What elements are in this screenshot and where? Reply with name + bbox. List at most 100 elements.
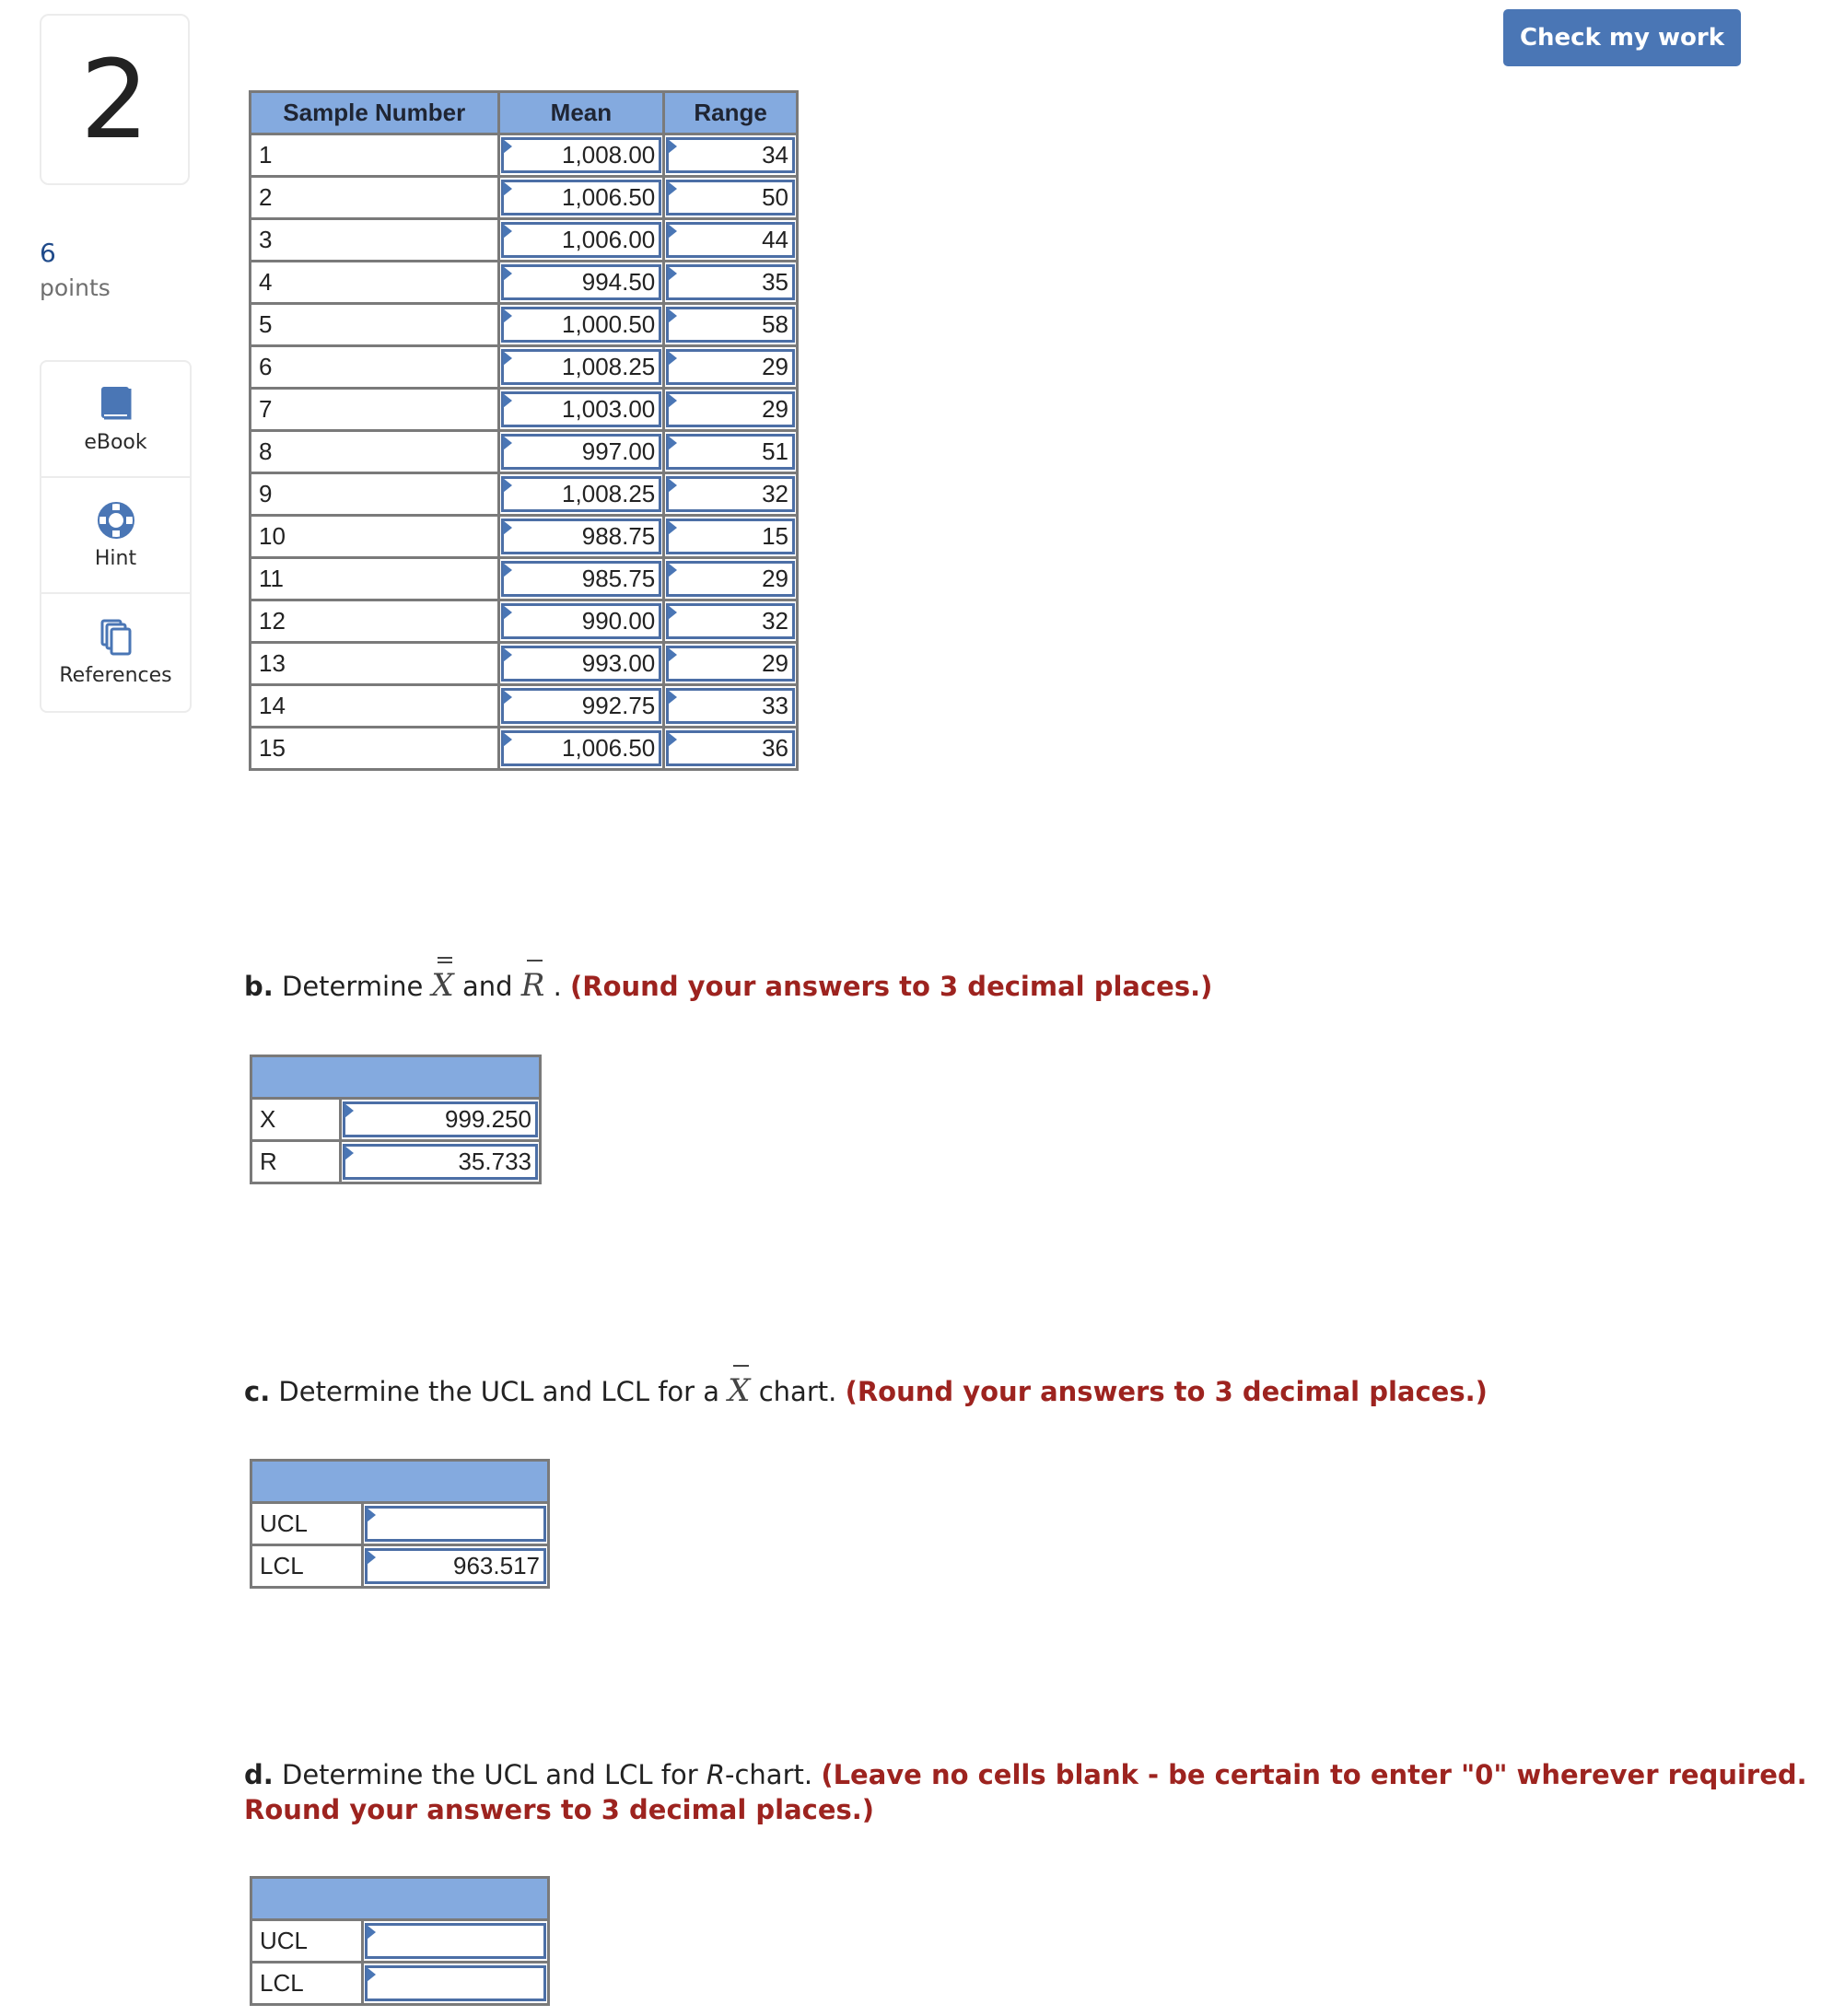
- part-d-prompt: d. Determine the UCL and LCL for R-chart…: [244, 1759, 1807, 1790]
- table-row: 7 1,003.00 29: [249, 387, 799, 432]
- range-input[interactable]: 44: [666, 222, 795, 258]
- mean-input[interactable]: 993.00: [500, 646, 662, 682]
- range-input[interactable]: 34: [666, 137, 795, 173]
- table-row: 12 990.00 32: [249, 599, 799, 644]
- part-b-text: Determine: [273, 971, 432, 1002]
- range-input[interactable]: 50: [666, 180, 795, 216]
- r-symbol: R: [706, 1759, 726, 1790]
- table-row: 1 1,008.00 34: [249, 133, 799, 178]
- mean-input[interactable]: 1,006.50: [500, 180, 662, 216]
- part-d-letter: d.: [244, 1759, 274, 1790]
- x-double-bar-input[interactable]: 999.250: [343, 1101, 538, 1137]
- part-c-answer-table: UCL LCL 963.517: [250, 1459, 550, 1589]
- mean-input[interactable]: 1,003.00: [500, 391, 662, 427]
- part-d-text: Determine the UCL and LCL for: [273, 1759, 706, 1790]
- check-my-work-button[interactable]: Check my work: [1503, 9, 1741, 66]
- range-cell: 50: [662, 175, 799, 220]
- hint-button[interactable]: Hint: [41, 478, 190, 594]
- sample-number-cell: 3: [249, 217, 500, 262]
- r-lcl-input[interactable]: [365, 1965, 546, 2001]
- mean-cell: 1,008.00: [496, 133, 666, 178]
- ebook-button[interactable]: eBook: [41, 362, 190, 478]
- range-input[interactable]: 15: [666, 519, 795, 554]
- references-button[interactable]: References: [41, 594, 190, 710]
- part-c-letter: c.: [244, 1376, 271, 1407]
- r-bar-symbol: R: [520, 960, 545, 1004]
- row-label-ucl: UCL: [250, 1501, 364, 1546]
- r-ucl-cell: [361, 1918, 550, 1964]
- range-input[interactable]: 35: [666, 264, 795, 300]
- sample-number-cell: 8: [249, 429, 500, 474]
- range-cell: 58: [662, 302, 799, 347]
- tools-panel: eBook Hint References: [40, 360, 192, 713]
- range-cell: 32: [662, 599, 799, 644]
- column-header-mean: Mean: [496, 90, 666, 135]
- sample-number-cell: 13: [249, 641, 500, 686]
- table-row: 9 1,008.25 32: [249, 472, 799, 517]
- mean-input[interactable]: 1,000.50: [500, 307, 662, 343]
- mean-cell: 988.75: [496, 514, 666, 559]
- part-c-instruction: (Round your answers to 3 decimal places.…: [845, 1376, 1488, 1407]
- mean-input[interactable]: 1,008.25: [500, 349, 662, 385]
- ebook-label: eBook: [84, 430, 147, 454]
- range-input[interactable]: 51: [666, 434, 795, 470]
- xbar-lcl-cell: 963.517: [361, 1544, 550, 1589]
- table-row: UCL: [250, 1501, 550, 1546]
- range-cell: 29: [662, 641, 799, 686]
- range-input[interactable]: 29: [666, 349, 795, 385]
- book-icon: [100, 386, 131, 419]
- mean-cell: 1,003.00: [496, 387, 666, 432]
- column-header-range: Range: [662, 90, 799, 135]
- mean-input[interactable]: 994.50: [500, 264, 662, 300]
- range-input[interactable]: 29: [666, 646, 795, 682]
- table-row: LCL: [250, 1961, 550, 2006]
- part-c-chart-text: chart.: [750, 1376, 846, 1407]
- range-input[interactable]: 58: [666, 307, 795, 343]
- mean-input[interactable]: 1,006.00: [500, 222, 662, 258]
- range-input[interactable]: 36: [666, 730, 795, 766]
- sample-number-cell: 5: [249, 302, 500, 347]
- mean-cell: 997.00: [496, 429, 666, 474]
- mean-input[interactable]: 985.75: [500, 561, 662, 597]
- documents-icon: [100, 619, 131, 655]
- sample-number-cell: 7: [249, 387, 500, 432]
- table-row: 2 1,006.50 50: [249, 175, 799, 220]
- table-row: 15 1,006.50 36: [249, 726, 799, 771]
- mean-input[interactable]: 990.00: [500, 603, 662, 639]
- range-input[interactable]: 32: [666, 476, 795, 512]
- part-b-period: .: [544, 971, 571, 1002]
- mean-cell: 990.00: [496, 599, 666, 644]
- mean-input[interactable]: 992.75: [500, 688, 662, 724]
- range-input[interactable]: 33: [666, 688, 795, 724]
- range-input[interactable]: 32: [666, 603, 795, 639]
- table-row: 8 997.00 51: [249, 429, 799, 474]
- part-d-prompt-line2: Round your answers to 3 decimal places.): [244, 1794, 874, 1825]
- mean-cell: 1,006.50: [496, 175, 666, 220]
- xbar-ucl-input[interactable]: [365, 1506, 546, 1542]
- range-input[interactable]: 29: [666, 561, 795, 597]
- range-cell: 33: [662, 683, 799, 728]
- xbar-lcl-input[interactable]: 963.517: [365, 1548, 546, 1584]
- hint-label: Hint: [94, 546, 137, 570]
- part-d-chart-text: -chart.: [725, 1759, 822, 1790]
- lifebuoy-icon: [97, 501, 134, 539]
- points-label: points: [40, 274, 111, 301]
- range-input[interactable]: 29: [666, 391, 795, 427]
- mean-input[interactable]: 1,006.50: [500, 730, 662, 766]
- range-cell: 35: [662, 260, 799, 305]
- row-label-lcl: LCL: [250, 1961, 364, 2006]
- r-bar-cell: 35.733: [339, 1139, 542, 1184]
- mean-input[interactable]: 1,008.25: [500, 476, 662, 512]
- mean-input[interactable]: 997.00: [500, 434, 662, 470]
- range-cell: 15: [662, 514, 799, 559]
- sample-number-cell: 2: [249, 175, 500, 220]
- mean-input[interactable]: 988.75: [500, 519, 662, 554]
- mean-input[interactable]: 1,008.00: [500, 137, 662, 173]
- table-row: 14 992.75 33: [249, 683, 799, 728]
- mean-cell: 1,006.00: [496, 217, 666, 262]
- r-ucl-input[interactable]: [365, 1923, 546, 1959]
- r-bar-input[interactable]: 35.733: [343, 1144, 538, 1180]
- range-cell: 44: [662, 217, 799, 262]
- table-row: 13 993.00 29: [249, 641, 799, 686]
- part-b-prompt: b. Determine X and R . (Round your answe…: [244, 957, 1212, 1004]
